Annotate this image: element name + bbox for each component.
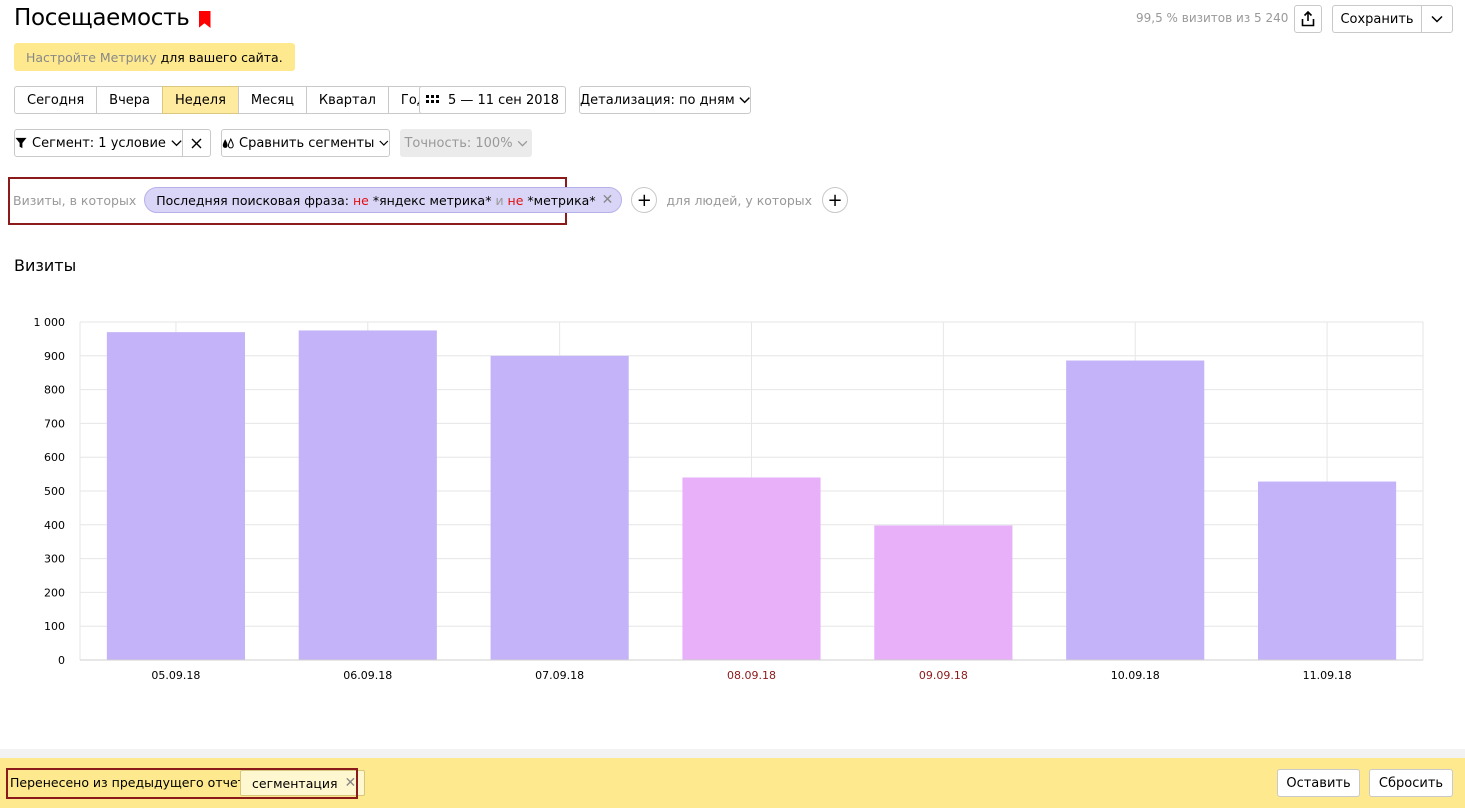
- filter-icon: [15, 137, 27, 149]
- y-tick-label: 400: [44, 519, 65, 532]
- calendar-grid-icon: [425, 95, 439, 103]
- chevron-down-icon: [517, 140, 527, 147]
- bar-06.09.18: [298, 330, 437, 660]
- clear-segment-button[interactable]: [182, 129, 211, 157]
- reset-button[interactable]: Сбросить: [1369, 769, 1453, 797]
- x-tick-label: 10.09.18: [1111, 669, 1160, 682]
- detail-label: Детализация: по дням: [580, 92, 735, 108]
- page-title: Посещаемость: [14, 5, 211, 31]
- y-tick-label: 900: [44, 350, 65, 363]
- bar-07.09.18: [490, 355, 629, 660]
- date-range-label: 5 — 11 сен 2018: [447, 92, 560, 108]
- bar-05.09.18: [106, 332, 245, 660]
- x-tick-label: 11.09.18: [1303, 669, 1352, 682]
- visits-prefix: Визиты, в которых: [13, 192, 137, 208]
- save-button[interactable]: Сохранить: [1332, 5, 1422, 33]
- period-tab-0[interactable]: Сегодня: [14, 86, 98, 114]
- bar-09.09.18: [874, 525, 1013, 660]
- chip-negation-1: не: [353, 192, 369, 208]
- carryover-highlight: [6, 768, 358, 799]
- close-icon: [191, 138, 202, 148]
- footer-separator: [0, 749, 1465, 758]
- x-tick-label: 05.09.18: [151, 669, 200, 682]
- x-tick-label: 07.09.18: [535, 669, 584, 682]
- setup-banner-text: для вашего сайта.: [160, 49, 283, 65]
- people-label: для людей, у которых: [666, 192, 813, 208]
- chip-prefix: Последняя поисковая фраза:: [156, 192, 350, 208]
- bar-10.09.18: [1066, 360, 1205, 660]
- chevron-down-icon: [1431, 15, 1443, 23]
- chip-value-1: *яндекс метрика*: [372, 192, 492, 208]
- add-people-condition-button[interactable]: +: [822, 187, 849, 213]
- chip-negation-2: не: [507, 192, 524, 208]
- bookmark-icon[interactable]: [198, 11, 211, 28]
- plus-icon: +: [636, 189, 652, 211]
- chart-title: Визиты: [14, 256, 77, 275]
- page-title-text: Посещаемость: [14, 5, 190, 31]
- y-tick-label: 600: [44, 451, 65, 464]
- y-tick-label: 800: [44, 384, 65, 397]
- bar-08.09.18: [682, 477, 821, 660]
- save-dropdown-button[interactable]: [1421, 5, 1453, 33]
- compare-segments-dropdown[interactable]: Сравнить сегменты: [221, 129, 390, 157]
- y-tick-label: 700: [44, 417, 65, 430]
- visits-info: 99,5 % визитов из 5 240: [1136, 11, 1289, 25]
- y-tick-label: 1 000: [34, 316, 66, 329]
- chevron-down-icon: [171, 140, 182, 147]
- keep-button[interactable]: Оставить: [1277, 769, 1360, 797]
- x-tick-label: 09.09.18: [919, 669, 968, 682]
- drops-icon: [222, 137, 234, 148]
- y-tick-label: 0: [58, 654, 65, 667]
- chip-value-2: *метрика*: [527, 192, 596, 208]
- segment-condition-chip[interactable]: Последняя поисковая фраза: не *яндекс ме…: [144, 187, 623, 213]
- accuracy-label: Точность: 100%: [404, 135, 513, 151]
- y-tick-label: 500: [44, 485, 65, 498]
- plus-icon: +: [827, 189, 843, 211]
- share-icon: [1301, 11, 1315, 27]
- chevron-down-icon: [379, 140, 389, 146]
- setup-banner: Настройте Метрику для вашего сайта.: [14, 43, 295, 71]
- compare-label: Сравнить сегменты: [239, 135, 375, 151]
- x-tick-label: 06.09.18: [343, 669, 392, 682]
- bar-11.09.18: [1258, 481, 1397, 660]
- accuracy-dropdown[interactable]: Точность: 100%: [400, 129, 532, 157]
- setup-metrika-link[interactable]: Настройте Метрику: [26, 50, 157, 65]
- x-tick-label: 08.09.18: [727, 669, 776, 682]
- period-tab-2[interactable]: Неделя: [162, 86, 239, 114]
- remove-condition-icon[interactable]: ✕: [602, 192, 614, 208]
- y-tick-label: 200: [44, 586, 65, 599]
- segment-dropdown[interactable]: Сегмент: 1 условие: [14, 129, 183, 157]
- period-tab-3[interactable]: Месяц: [237, 86, 307, 114]
- date-range-button[interactable]: 5 — 11 сен 2018: [419, 86, 566, 114]
- chevron-down-icon: [739, 97, 750, 104]
- segment-condition-row: Визиты, в которых Последняя поисковая фр…: [13, 186, 849, 214]
- detail-dropdown[interactable]: Детализация: по дням: [579, 86, 751, 114]
- period-tabs: Сегодня Вчера Неделя Месяц Квартал Год: [14, 86, 439, 114]
- y-tick-label: 100: [44, 620, 65, 633]
- segment-label: Сегмент: 1 условие: [32, 135, 166, 151]
- period-tab-4[interactable]: Квартал: [305, 86, 389, 114]
- y-tick-label: 300: [44, 553, 65, 566]
- period-tab-1[interactable]: Вчера: [96, 86, 163, 114]
- visits-bar-chart: 0 100 200 300 400 500 600 700 800 900 1 000 05.09.1…: [34, 316, 1424, 682]
- chip-conjunction: и: [495, 192, 504, 208]
- add-visit-condition-button[interactable]: +: [631, 187, 658, 213]
- share-button[interactable]: [1294, 5, 1322, 33]
